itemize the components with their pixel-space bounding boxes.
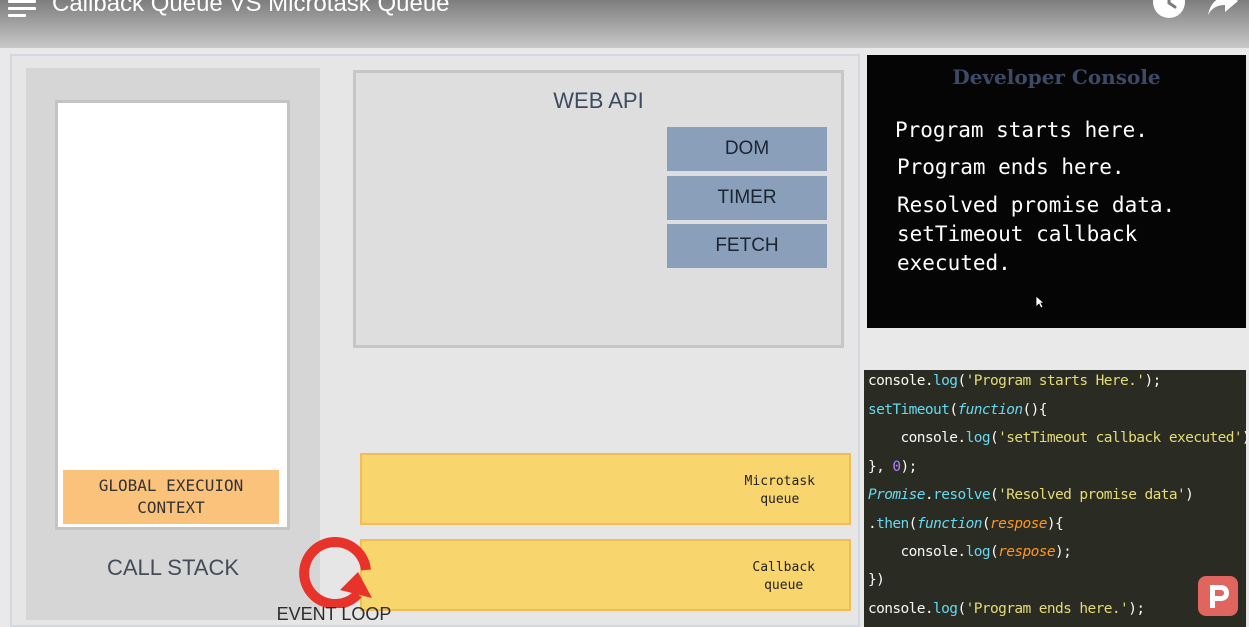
code-token: console. bbox=[868, 544, 967, 560]
code-line: }) bbox=[868, 572, 885, 588]
code-token: setTimeout bbox=[868, 402, 950, 418]
code-token: 'Program ends here.' bbox=[965, 601, 1129, 617]
code-line: .then(function(respose){ bbox=[868, 516, 1064, 532]
code-token: ) bbox=[1185, 487, 1194, 503]
channel-logo-icon[interactable] bbox=[1198, 576, 1238, 616]
code-token: ); bbox=[900, 459, 918, 475]
code-token: ( bbox=[957, 373, 966, 389]
code-token: }, bbox=[868, 459, 893, 475]
event-loop-icon bbox=[296, 532, 380, 610]
code-token: ( bbox=[908, 516, 918, 532]
code-token: respose bbox=[998, 544, 1056, 560]
console-output-line: Program ends here. bbox=[897, 155, 1125, 179]
code-token: Promise bbox=[868, 487, 926, 503]
code-token: resolve bbox=[933, 487, 991, 503]
code-token: ){ bbox=[1046, 516, 1064, 532]
developer-console: Developer Console bbox=[867, 55, 1246, 328]
code-token: function bbox=[916, 516, 983, 532]
fetch-api-box: FETCH bbox=[667, 224, 827, 268]
timer-api-box: TIMER bbox=[667, 176, 827, 220]
code-token: function bbox=[957, 402, 1023, 418]
code-token: ); bbox=[1242, 430, 1249, 446]
call-stack-box bbox=[55, 100, 290, 530]
code-line: Promise.resolve('Resolved promise data') bbox=[868, 487, 1194, 503]
console-output-line: Resolved promise data. bbox=[897, 193, 1176, 217]
web-api-title: WEB API bbox=[553, 88, 644, 113]
console-output-line: Program starts here. bbox=[895, 118, 1148, 142]
frame-label-line-2: CONTEXT bbox=[137, 498, 205, 517]
console-output-line: setTimeout callback bbox=[897, 222, 1138, 246]
microtask-label-line-1: Microtask bbox=[744, 474, 815, 489]
code-token: . bbox=[868, 516, 877, 532]
call-stack-label: CALL STACK bbox=[106, 555, 240, 580]
microtask-queue: Microtask queue bbox=[360, 453, 851, 525]
callback-label-line-2: queue bbox=[764, 578, 804, 593]
code-token: ( bbox=[989, 544, 999, 560]
code-token: log bbox=[933, 373, 958, 389]
code-token: ( bbox=[981, 516, 991, 532]
video-title-bar: Callback Queue VS Microtask Queue bbox=[0, 0, 1249, 48]
event-loop-label: EVENT LOOP bbox=[276, 604, 392, 624]
playlist-menu-icon[interactable] bbox=[8, 0, 36, 18]
microtask-label-line-2: queue bbox=[760, 492, 800, 507]
code-token: }) bbox=[868, 572, 885, 588]
code-token: respose bbox=[990, 516, 1048, 532]
code-line: console.log('Program starts Here.'); bbox=[868, 373, 1161, 389]
code-token: ); bbox=[1144, 373, 1161, 389]
watch-later-icon[interactable] bbox=[1153, 0, 1185, 18]
console-output-line: executed. bbox=[897, 251, 1011, 275]
video-title[interactable]: Callback Queue VS Microtask Queue bbox=[52, 0, 450, 18]
code-token: (){ bbox=[1022, 402, 1048, 418]
code-token: 'Program starts Here.' bbox=[965, 373, 1145, 389]
code-token: ( bbox=[989, 430, 999, 446]
code-token: ( bbox=[989, 487, 999, 503]
code-token: 'Resolved promise data' bbox=[998, 487, 1186, 503]
callback-queue-label: Callback queue bbox=[752, 559, 815, 595]
code-token: ( bbox=[957, 601, 966, 617]
dom-api-box: DOM bbox=[667, 127, 827, 171]
code-line: setTimeout(function(){ bbox=[868, 402, 1048, 418]
code-token: 'setTimeout callback executed' bbox=[998, 430, 1243, 446]
code-token: console. bbox=[868, 373, 934, 389]
code-token: log bbox=[965, 544, 991, 560]
code-token: log bbox=[933, 601, 958, 617]
callback-queue: Callback queue bbox=[360, 539, 851, 611]
code-token: then bbox=[876, 516, 909, 532]
code-token: ); bbox=[1055, 544, 1072, 560]
share-icon[interactable] bbox=[1207, 0, 1239, 18]
code-token: console. bbox=[868, 601, 934, 617]
code-token: . bbox=[924, 487, 934, 503]
code-line: }, 0); bbox=[868, 459, 917, 475]
code-token: console. bbox=[868, 430, 967, 446]
callback-label-line-1: Callback bbox=[752, 560, 815, 575]
code-token: 0 bbox=[892, 459, 901, 475]
code-token: ); bbox=[1128, 601, 1145, 617]
mouse-cursor-icon bbox=[1035, 294, 1046, 309]
code-line: console.log('setTimeout callback execute… bbox=[868, 430, 1249, 446]
code-line: console.log(respose); bbox=[868, 544, 1072, 560]
microtask-queue-label: Microtask queue bbox=[745, 473, 815, 509]
frame-label-line-1: GLOBAL EXECUION bbox=[98, 476, 244, 495]
code-line: console.log('Program ends here.'); bbox=[868, 601, 1145, 617]
console-title: Developer Console bbox=[952, 65, 1161, 89]
global-execution-context-frame: GLOBAL EXECUION CONTEXT bbox=[63, 470, 279, 524]
code-token: log bbox=[965, 430, 991, 446]
